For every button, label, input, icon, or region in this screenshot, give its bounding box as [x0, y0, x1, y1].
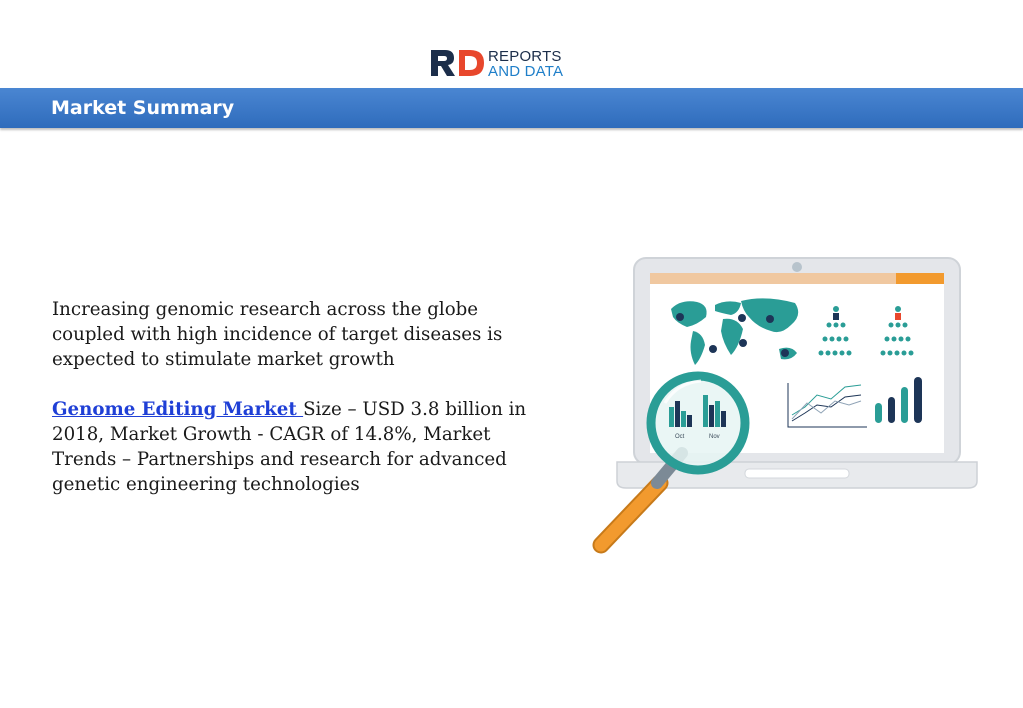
- logo-text-and-data: AND DATA: [488, 63, 564, 80]
- page-title: Market Summary: [51, 97, 235, 119]
- summary-paragraph-2: Genome Editing Market Size – USD 3.8 bil…: [52, 397, 542, 497]
- summary-paragraph-1: Increasing genomic research across the g…: [52, 299, 503, 370]
- lens-axis-label-nov: Nov: [709, 434, 720, 440]
- market-summary-text: Increasing genomic research across the g…: [52, 297, 542, 497]
- logo-text-reports: REPORTS: [488, 48, 562, 65]
- laptop-analytics-magnifier-icon: Oct Nov: [592, 257, 978, 554]
- rd-logo-mark-icon: [431, 50, 484, 76]
- reports-and-data-logo: REPORTS AND DATA: [430, 47, 580, 81]
- section-header-bar: Market Summary: [0, 88, 1023, 128]
- genome-editing-market-link[interactable]: Genome Editing Market: [52, 399, 303, 420]
- lens-axis-label-oct: Oct: [675, 434, 685, 440]
- laptop-analytics-illustration: Oct Nov: [585, 255, 980, 560]
